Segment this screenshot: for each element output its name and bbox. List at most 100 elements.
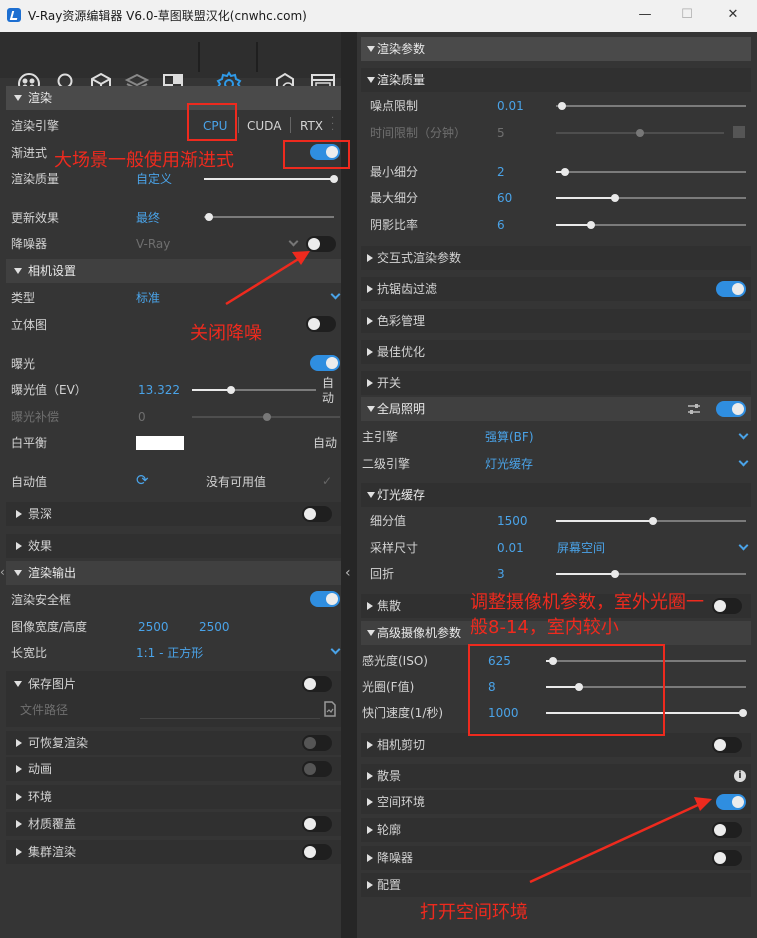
animation-toggle[interactable] — [302, 761, 332, 777]
min-subdivs-slider[interactable] — [556, 168, 746, 176]
material-override-row[interactable]: 材质覆盖 — [6, 812, 341, 836]
color-management-label: 色彩管理 — [377, 314, 426, 328]
outline-row[interactable]: 轮廓 — [361, 818, 751, 842]
max-subdivs-slider[interactable] — [556, 194, 746, 202]
camera-clipping-row[interactable]: 相机剪切 — [361, 733, 751, 757]
expand-arrow-icon — [367, 854, 373, 862]
animation-row[interactable]: 动画 — [6, 757, 341, 781]
auto-value-text: 没有可用值 — [206, 475, 267, 489]
camera-section-header[interactable]: 相机设置 — [6, 259, 341, 283]
noise-limit-value[interactable]: 0.01 — [497, 99, 524, 113]
subdivs-slider[interactable] — [556, 517, 746, 525]
sliders-icon[interactable] — [687, 402, 701, 416]
distributed-render-row[interactable]: 集群渲染 — [6, 840, 341, 864]
distributed-render-toggle[interactable] — [302, 844, 332, 860]
subdivs-value[interactable]: 1500 — [497, 514, 528, 528]
gi-header[interactable]: 全局照明 — [361, 397, 751, 421]
bokeh-row[interactable]: 散景 i — [361, 764, 751, 788]
render-quality-slider[interactable] — [204, 175, 338, 183]
maximize-button[interactable]: ☐ — [676, 6, 698, 24]
resumable-toggle[interactable] — [302, 735, 332, 751]
denoiser-toggle[interactable] — [712, 850, 742, 866]
exposure-value-label: 曝光值（EV） — [11, 383, 87, 397]
antialiasing-row[interactable]: 抗锯齿过滤 — [361, 277, 751, 301]
folder-icon[interactable] — [323, 701, 337, 717]
save-image-toggle[interactable] — [302, 676, 332, 692]
color-management-row[interactable]: 色彩管理 — [361, 309, 751, 333]
configuration-row[interactable]: 配置 — [361, 873, 751, 897]
shadow-rate-value[interactable]: 6 — [497, 218, 505, 232]
update-effects-slider[interactable] — [204, 213, 334, 221]
dof-toggle[interactable] — [302, 506, 332, 522]
close-button[interactable]: ✕ — [722, 6, 744, 24]
image-width-value[interactable]: 2500 — [138, 620, 169, 634]
retrace-value[interactable]: 3 — [497, 567, 505, 581]
denoiser-label: 降噪器 — [377, 851, 414, 865]
outline-label: 轮廓 — [377, 823, 402, 837]
file-path-placeholder[interactable]: 文件路径 — [20, 703, 68, 717]
light-cache-subheader[interactable]: 灯光缓存 — [361, 483, 751, 507]
aerial-perspective-toggle[interactable] — [716, 794, 746, 810]
engine-rtx-tab[interactable]: RTX — [300, 119, 323, 133]
sample-size-value[interactable]: 0.01 — [497, 541, 524, 555]
collapse-right-icon[interactable]: ‹ — [345, 565, 353, 583]
environment-row[interactable]: 环境 — [6, 785, 341, 809]
antialiasing-toggle[interactable] — [716, 281, 746, 297]
check-icon[interactable]: ✓ — [322, 474, 332, 488]
render-quality-value[interactable]: 自定义 — [136, 172, 172, 186]
white-balance-auto-button[interactable]: 自动 — [313, 436, 337, 450]
caustics-toggle[interactable] — [712, 598, 742, 614]
optimization-row[interactable]: 最佳优化 — [361, 340, 751, 364]
collapse-arrow-icon — [367, 46, 375, 52]
minimize-button[interactable]: — — [634, 6, 656, 24]
engine-cuda-tab[interactable]: CUDA — [247, 119, 281, 133]
exposure-toggle[interactable] — [310, 355, 340, 371]
camera-type-value[interactable]: 标准 — [136, 291, 160, 305]
image-height-value[interactable]: 2500 — [199, 620, 230, 634]
info-icon[interactable]: i — [734, 770, 746, 782]
shadow-rate-slider[interactable] — [556, 221, 746, 229]
aspect-ratio-value[interactable]: 1:1 - 正方形 — [136, 646, 203, 660]
denoiser-value[interactable]: V-Ray — [136, 237, 170, 251]
outline-toggle[interactable] — [712, 822, 742, 838]
quality-subheader[interactable]: 渲染质量 — [361, 68, 751, 92]
switches-row[interactable]: 开关 — [361, 371, 751, 395]
primary-engine-value[interactable]: 强算(BF) — [485, 430, 534, 444]
sample-scale-value[interactable]: 屏幕空间 — [557, 541, 605, 555]
aerial-perspective-row[interactable]: 空间环境 — [361, 790, 751, 814]
time-limit-checkbox[interactable] — [733, 126, 745, 138]
noise-limit-slider[interactable] — [556, 102, 746, 110]
stereo-toggle[interactable] — [306, 316, 336, 332]
max-subdivs-value[interactable]: 60 — [497, 191, 512, 205]
exposure-value[interactable]: 13.322 — [138, 383, 180, 397]
expand-arrow-icon — [367, 881, 373, 889]
more-options-icon[interactable]: · · · — [331, 114, 334, 136]
exposure-auto-button[interactable]: 自 动 — [322, 376, 334, 406]
denoiser-toggle[interactable] — [306, 236, 336, 252]
expand-arrow-icon — [367, 348, 373, 356]
effects-row[interactable]: 效果 — [6, 534, 341, 558]
expand-arrow-icon — [367, 254, 373, 262]
interactive-params-row[interactable]: 交互式渲染参数 — [361, 246, 751, 270]
distributed-render-label: 集群渲染 — [28, 845, 77, 859]
vray-logo-icon — [7, 8, 21, 22]
min-subdivs-value[interactable]: 2 — [497, 165, 505, 179]
denoiser-row[interactable]: 降噪器 — [361, 846, 751, 870]
safe-frame-toggle[interactable] — [310, 591, 340, 607]
render-params-header[interactable]: 渲染参数 — [361, 37, 751, 61]
update-effects-value[interactable]: 最终 — [136, 211, 160, 225]
resumable-row[interactable]: 可恢复渲染 — [6, 731, 341, 755]
output-section-header[interactable]: 渲染输出 — [6, 561, 341, 585]
expand-arrow-icon — [16, 793, 22, 801]
secondary-engine-value[interactable]: 灯光缓存 — [485, 457, 533, 471]
exposure-value-slider[interactable] — [192, 386, 316, 394]
dof-row[interactable]: 景深 — [6, 502, 341, 526]
white-balance-swatch[interactable] — [136, 436, 184, 450]
camera-clipping-toggle[interactable] — [712, 737, 742, 753]
gi-toggle[interactable] — [716, 401, 746, 417]
retrace-slider[interactable] — [556, 570, 746, 578]
material-override-toggle[interactable] — [302, 816, 332, 832]
render-section-header[interactable]: 渲染 — [6, 86, 341, 110]
shutter-label: 快门速度(1/秒) — [362, 706, 444, 720]
refresh-icon[interactable]: ⟳ — [136, 473, 149, 488]
